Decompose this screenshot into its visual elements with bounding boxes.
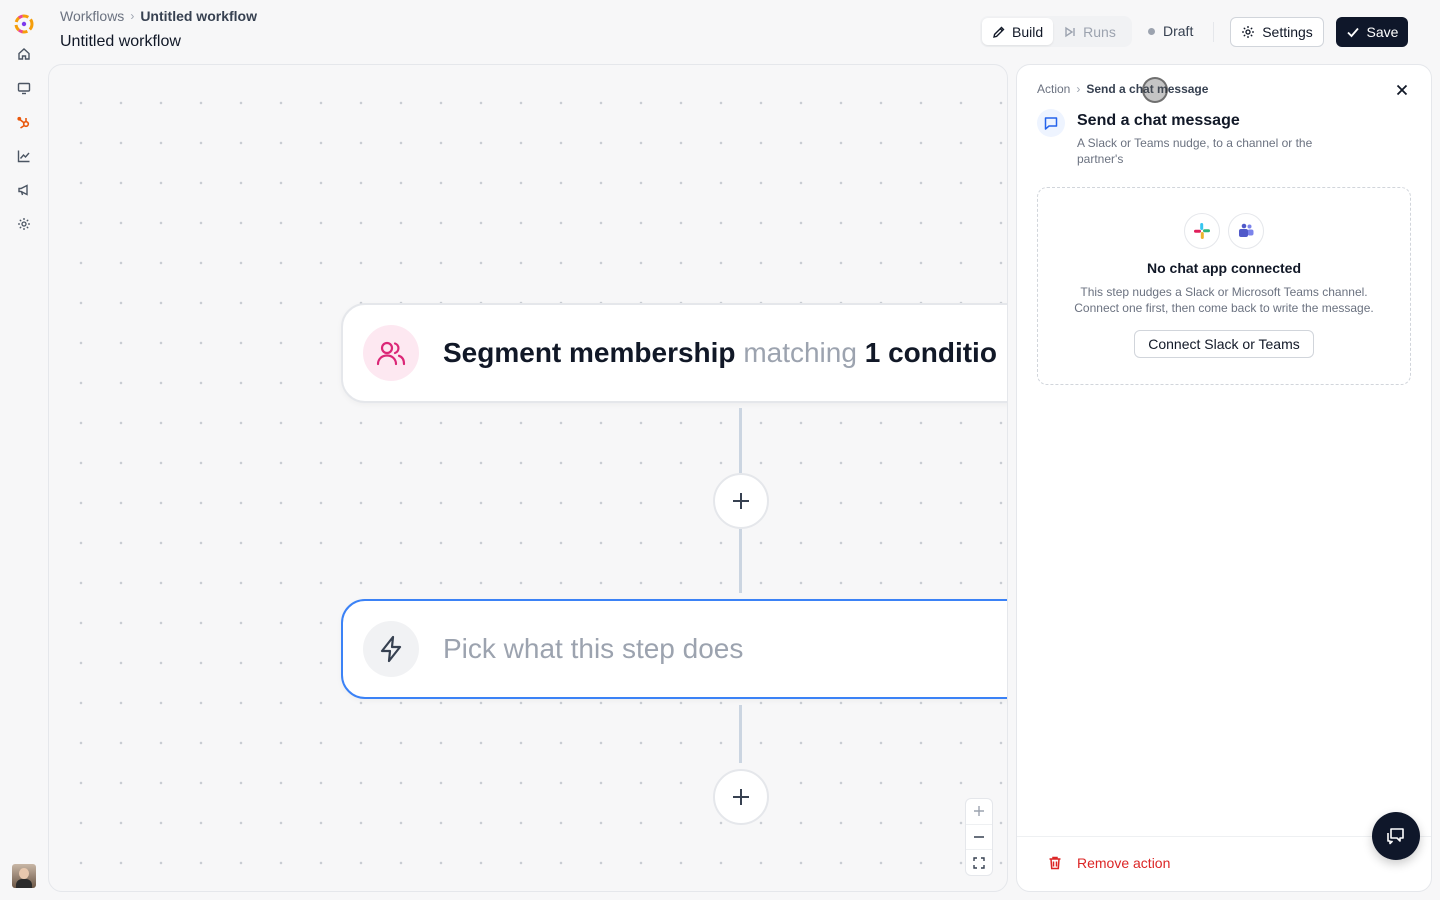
view-toggle: Build Runs (980, 16, 1132, 47)
status-dot-icon (1148, 27, 1155, 35)
panel-description: A Slack or Teams nudge, to a channel or … (1077, 136, 1313, 166)
trigger-node[interactable]: Segment membership matching 1 conditio (341, 303, 1007, 403)
empty-state-description: This step nudges a Slack or Microsoft Te… (1050, 284, 1398, 316)
add-step-button[interactable] (713, 769, 769, 825)
empty-state: No chat app connected This step nudges a… (1037, 187, 1411, 385)
lightning-icon (363, 621, 419, 677)
chat-bubble-icon (1037, 109, 1065, 137)
empty-state-description-line: Connect one first, then come back to wri… (1074, 301, 1374, 315)
chat-icon (1387, 828, 1404, 845)
fullscreen-icon (973, 856, 985, 869)
tab-build-label: Build (1012, 23, 1044, 40)
slack-icon (1184, 213, 1220, 249)
breadcrumb-workflows-link[interactable]: Workflows (60, 8, 124, 24)
chevron-right-icon: › (1076, 82, 1081, 96)
save-label: Save (1366, 24, 1399, 40)
settings-button[interactable]: Settings (1230, 17, 1324, 47)
empty-state-title: No chat app connected (1146, 260, 1302, 276)
users-icon (363, 325, 419, 381)
empty-state-description-line: This step nudges a Slack or Microsoft Te… (1080, 285, 1368, 299)
hubspot-icon[interactable] (16, 114, 32, 130)
app-icons (1184, 213, 1264, 249)
divider (1017, 836, 1431, 837)
close-icon[interactable] (1393, 81, 1411, 99)
cursor-indicator (1142, 77, 1168, 103)
save-button[interactable]: Save (1336, 17, 1408, 47)
pencil-icon (993, 26, 1005, 38)
chart-icon[interactable] (16, 148, 32, 164)
trigger-text: Segment membership matching 1 conditio (443, 337, 997, 369)
microsoft-teams-icon (1228, 213, 1264, 249)
trash-icon (1049, 856, 1061, 870)
status-label: Draft (1163, 23, 1194, 39)
step-placeholder: Pick what this step does (443, 633, 744, 664)
gear-icon (1242, 26, 1255, 38)
app-logo-icon[interactable] (12, 12, 36, 36)
chevron-right-icon: › (130, 9, 135, 23)
status-badge: Draft (1148, 23, 1193, 39)
action-panel: Action › Send a chat message Send a chat… (1016, 64, 1432, 892)
play-skip-icon (1065, 26, 1075, 37)
trigger-connector: matching (743, 337, 857, 368)
trigger-type: Segment membership (443, 337, 736, 368)
divider (1213, 22, 1214, 42)
panel-breadcrumb: Action › Send a chat message (1037, 82, 1208, 96)
remove-action-label: Remove action (1077, 855, 1171, 871)
plus-icon (733, 493, 749, 509)
connect-chat-app-button[interactable]: Connect Slack or Teams (1134, 330, 1314, 358)
tab-runs[interactable]: Runs (1053, 18, 1126, 45)
page-title[interactable]: Untitled workflow (60, 33, 181, 51)
gear-icon[interactable] (16, 216, 32, 232)
connector-line (739, 705, 742, 763)
support-chat-button[interactable] (1372, 812, 1420, 860)
remove-action-button[interactable]: Remove action (1047, 855, 1170, 871)
pending-step-node[interactable]: Pick what this step does (341, 599, 1007, 699)
minus-icon (974, 836, 984, 838)
header: Workflows › Untitled workflow Untitled w… (60, 0, 1440, 60)
home-icon[interactable] (16, 46, 32, 62)
zoom-out-button[interactable] (966, 823, 992, 850)
megaphone-icon[interactable] (16, 182, 32, 198)
avatar[interactable] (12, 864, 36, 888)
add-step-button[interactable] (713, 473, 769, 529)
plus-icon (974, 806, 984, 817)
monitor-icon[interactable] (16, 80, 32, 96)
tab-build[interactable]: Build (982, 18, 1054, 45)
panel-title: Send a chat message (1077, 112, 1240, 129)
connector-line (739, 529, 742, 593)
plus-icon (733, 789, 749, 805)
connector-line (739, 408, 742, 473)
fit-view-button[interactable] (966, 849, 992, 875)
workflow-canvas[interactable]: Segment membership matching 1 conditio P… (48, 64, 1008, 892)
breadcrumb: Workflows › Untitled workflow (60, 8, 257, 24)
breadcrumb-current: Untitled workflow (140, 8, 257, 24)
left-rail (0, 0, 48, 900)
panel-breadcrumb-action[interactable]: Action (1037, 82, 1070, 96)
trigger-condition-count: 1 conditio (864, 337, 997, 368)
tab-runs-label: Runs (1083, 23, 1116, 40)
check-icon (1346, 27, 1359, 38)
zoom-controls (965, 798, 993, 876)
settings-label: Settings (1262, 24, 1313, 40)
sidebar-nav (16, 46, 32, 232)
zoom-in-button[interactable] (966, 799, 992, 824)
